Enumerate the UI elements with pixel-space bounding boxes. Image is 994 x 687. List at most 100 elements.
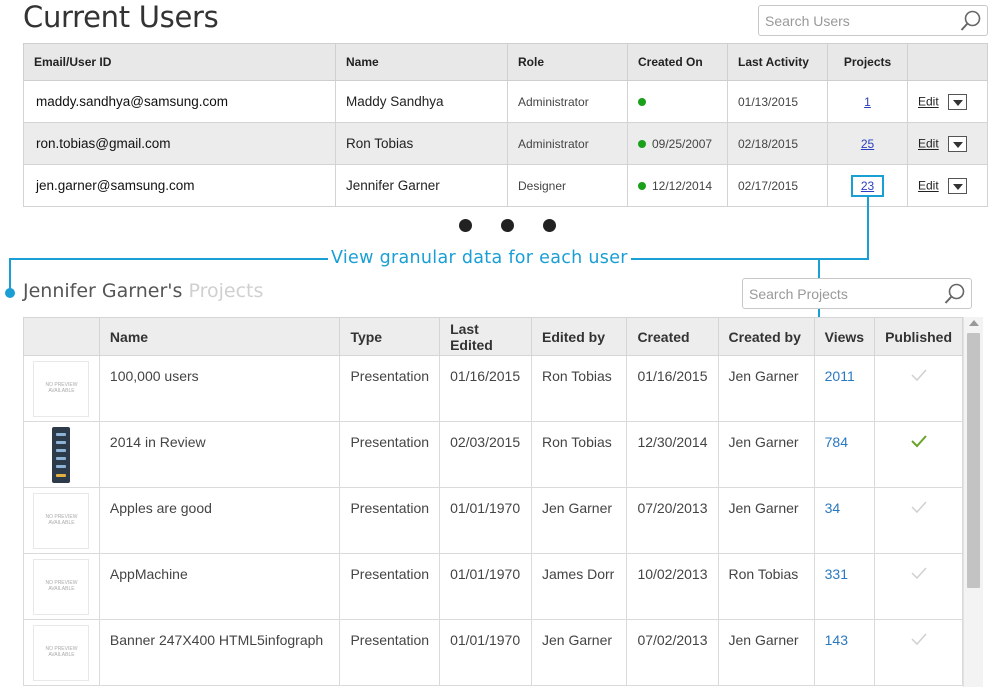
project-created: 07/02/2013 bbox=[626, 619, 719, 686]
no-preview-placeholder: NO PREVIEW AVAILABLE bbox=[33, 558, 90, 615]
scroll-up-arrow-icon[interactable] bbox=[969, 320, 979, 326]
page-title: Current Users bbox=[23, 0, 219, 34]
users-table: Email/User ID Name Role Created On Last … bbox=[23, 43, 988, 207]
project-name[interactable]: Apples are good bbox=[98, 487, 341, 554]
project-created: 07/20/2013 bbox=[626, 487, 719, 554]
user-last-activity: 02/18/2015 bbox=[727, 122, 828, 165]
col-project-name[interactable]: Name bbox=[98, 317, 341, 356]
project-thumbnail[interactable]: NO PREVIEW AVAILABLE bbox=[23, 553, 100, 620]
table-row[interactable]: maddy.sandhya@samsung.com Maddy Sandhya … bbox=[23, 80, 988, 123]
caret-down-icon[interactable] bbox=[947, 135, 967, 152]
col-views[interactable]: Views bbox=[813, 317, 876, 356]
table-row[interactable]: NO PREVIEW AVAILABLE AppMachine Presenta… bbox=[23, 553, 963, 620]
created-date: 09/25/2007 bbox=[652, 136, 713, 151]
callout-text: View granular data for each user bbox=[328, 248, 631, 268]
projects-title: Jennifer Garner's Projects bbox=[23, 280, 263, 302]
user-role: Administrator bbox=[507, 122, 628, 165]
project-type: Presentation bbox=[339, 355, 441, 422]
caret-down-icon[interactable] bbox=[947, 93, 967, 110]
col-type[interactable]: Type bbox=[339, 317, 441, 356]
project-thumbnail[interactable]: NO PREVIEW AVAILABLE bbox=[23, 487, 100, 554]
no-preview-placeholder: NO PREVIEW AVAILABLE bbox=[33, 360, 90, 417]
user-projects-link[interactable]: 1 bbox=[864, 95, 871, 109]
col-created-by[interactable]: Created by bbox=[717, 317, 815, 356]
project-created-by: Jen Garner bbox=[717, 619, 815, 686]
pagination-dots[interactable] bbox=[459, 219, 556, 232]
table-row[interactable]: jen.garner@samsung.com Jennifer Garner D… bbox=[23, 164, 988, 207]
project-name[interactable]: 100,000 users bbox=[98, 355, 341, 422]
status-dot bbox=[638, 182, 646, 191]
project-edited-by: Jen Garner bbox=[530, 487, 628, 554]
search-projects-input[interactable] bbox=[743, 279, 937, 308]
project-preview-image bbox=[52, 426, 71, 483]
scrollbar[interactable] bbox=[963, 317, 983, 687]
project-views: 2011 bbox=[813, 355, 876, 422]
table-row[interactable]: NO PREVIEW AVAILABLE Apples are good Pre… bbox=[23, 487, 963, 554]
status-dot bbox=[638, 140, 646, 149]
col-role[interactable]: Role bbox=[507, 43, 628, 81]
project-thumbnail[interactable]: NO PREVIEW AVAILABLE bbox=[23, 619, 100, 686]
user-email: maddy.sandhya@samsung.com bbox=[23, 80, 336, 123]
edit-link[interactable]: Edit bbox=[918, 179, 939, 193]
col-created[interactable]: Created bbox=[626, 317, 719, 356]
pagination-dot[interactable] bbox=[501, 219, 514, 232]
project-name[interactable]: AppMachine bbox=[98, 553, 341, 620]
search-icon[interactable] bbox=[959, 9, 983, 33]
table-row[interactable]: NO PREVIEW AVAILABLE 100,000 users Prese… bbox=[23, 355, 963, 422]
projects-scroll-area[interactable]: Name Type Last Edited Edited by Created … bbox=[23, 317, 983, 687]
projects-title-owner: Jennifer Garner's bbox=[23, 280, 183, 302]
user-projects-cell: 1 bbox=[827, 80, 908, 123]
no-preview-placeholder: NO PREVIEW AVAILABLE bbox=[33, 624, 90, 681]
table-row[interactable]: ron.tobias@gmail.com Ron Tobias Administ… bbox=[23, 122, 988, 165]
project-thumbnail[interactable]: NO PREVIEW AVAILABLE bbox=[23, 355, 100, 422]
users-table-header: Email/User ID Name Role Created On Last … bbox=[23, 43, 988, 81]
pagination-dot[interactable] bbox=[543, 219, 556, 232]
project-edited-by: Ron Tobias bbox=[530, 355, 628, 422]
checkmark-icon bbox=[911, 501, 927, 514]
table-row[interactable]: 2014 in Review Presentation 02/03/2015 R… bbox=[23, 421, 963, 488]
project-edited-by: James Dorr bbox=[530, 553, 628, 620]
user-projects-link[interactable]: 25 bbox=[861, 137, 874, 151]
col-name[interactable]: Name bbox=[335, 43, 508, 81]
col-email[interactable]: Email/User ID bbox=[23, 43, 336, 81]
project-last-edited: 01/01/1970 bbox=[439, 553, 532, 620]
pagination-dot[interactable] bbox=[459, 219, 472, 232]
edit-link[interactable]: Edit bbox=[918, 95, 939, 109]
user-projects-link-highlighted[interactable]: 23 bbox=[850, 174, 885, 197]
user-email: ron.tobias@gmail.com bbox=[23, 122, 336, 165]
checkmark-icon bbox=[911, 369, 927, 382]
projects-title-suffix: Projects bbox=[188, 280, 264, 302]
caret-down-icon[interactable] bbox=[947, 177, 967, 194]
scrollbar-thumb[interactable] bbox=[967, 333, 980, 588]
edit-link[interactable]: Edit bbox=[918, 137, 939, 151]
project-last-edited: 01/01/1970 bbox=[439, 487, 532, 554]
no-preview-placeholder: NO PREVIEW AVAILABLE bbox=[33, 492, 90, 549]
col-edited-by[interactable]: Edited by bbox=[530, 317, 628, 356]
search-users-input[interactable] bbox=[759, 6, 953, 35]
search-projects[interactable] bbox=[742, 278, 972, 309]
user-name: Maddy Sandhya bbox=[335, 80, 508, 123]
user-last-activity: 02/17/2015 bbox=[727, 164, 828, 207]
user-actions: Edit bbox=[907, 164, 988, 207]
user-name: Jennifer Garner bbox=[335, 164, 508, 207]
project-views: 34 bbox=[813, 487, 876, 554]
project-views: 784 bbox=[813, 421, 876, 488]
search-icon[interactable] bbox=[943, 282, 967, 306]
project-name[interactable]: Banner 247X400 HTML5infograph bbox=[98, 619, 341, 686]
user-email: jen.garner@samsung.com bbox=[23, 164, 336, 207]
col-projects[interactable]: Projects bbox=[827, 43, 908, 81]
user-role: Designer bbox=[507, 164, 628, 207]
project-last-edited: 01/01/1970 bbox=[439, 619, 532, 686]
project-published bbox=[874, 355, 963, 422]
status-dot bbox=[638, 98, 646, 107]
project-name[interactable]: 2014 in Review bbox=[98, 421, 341, 488]
col-last-edited[interactable]: Last Edited bbox=[439, 317, 532, 356]
col-published[interactable]: Published bbox=[874, 317, 963, 356]
table-row[interactable]: NO PREVIEW AVAILABLE Banner 247X400 HTML… bbox=[23, 619, 963, 686]
col-created-on[interactable]: Created On bbox=[627, 43, 728, 81]
col-last-activity[interactable]: Last Activity bbox=[727, 43, 828, 81]
search-users[interactable] bbox=[758, 5, 988, 36]
project-thumbnail[interactable] bbox=[23, 421, 100, 488]
user-projects-cell: 25 bbox=[827, 122, 908, 165]
project-type: Presentation bbox=[339, 421, 441, 488]
